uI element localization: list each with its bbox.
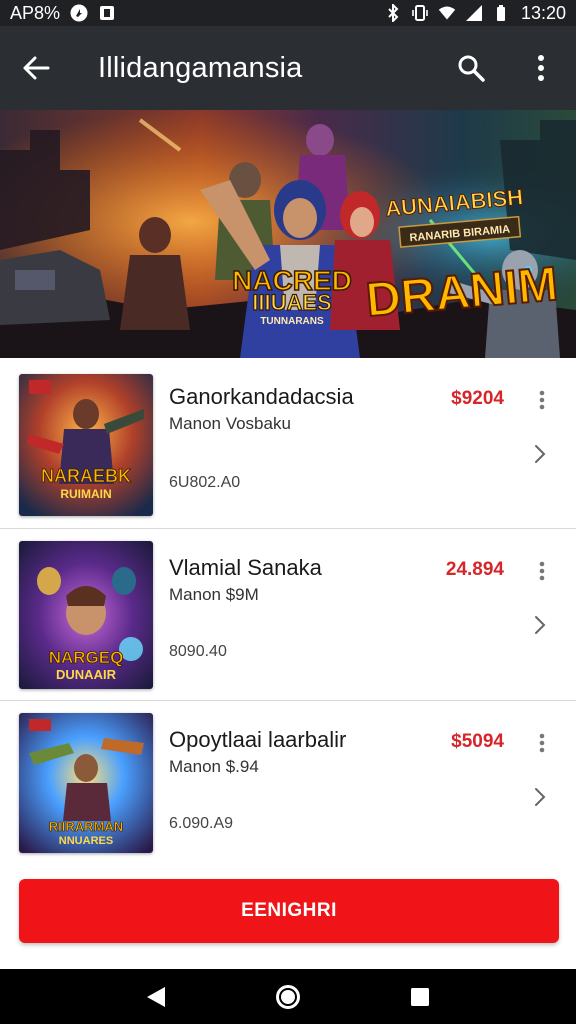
app-bar: Illidangamansia	[0, 26, 576, 110]
overflow-menu-button[interactable]	[506, 26, 576, 110]
wifi-icon	[438, 4, 456, 22]
status-bar: AP8% 13:20	[0, 0, 576, 26]
item-price: $9204	[451, 388, 504, 409]
item-subtitle: Manon $.94	[169, 757, 259, 776]
search-icon	[458, 55, 485, 82]
back-button[interactable]	[0, 26, 72, 110]
search-button[interactable]	[436, 26, 506, 110]
banner-logo-line2: IIIUAES	[252, 290, 331, 315]
square-recents-icon	[411, 987, 429, 1006]
system-nav-bar	[0, 969, 576, 1024]
item-thumbnail: NARGEQ DUNAAIR	[19, 541, 153, 689]
bluetooth-icon	[384, 4, 402, 22]
chevron-right-icon	[535, 445, 546, 463]
circle-home-icon	[276, 984, 300, 1009]
nav-home-button[interactable]	[263, 972, 313, 1022]
vibrate-icon	[411, 4, 429, 22]
item-price: 24.894	[445, 559, 504, 580]
thumb-title-line1: NARGEQ	[49, 648, 124, 667]
more-vertical-icon	[539, 561, 545, 581]
thumb-title-line2: RUIMAIN	[60, 487, 111, 501]
more-vertical-icon	[539, 390, 545, 410]
item-subtitle: Manon $9M	[169, 585, 259, 604]
thumb-title-line2: NNUARES	[59, 835, 113, 847]
item-list: NARAEBK RUIMAIN Ganorkandadacsia Manon V…	[0, 358, 576, 873]
item-open-button[interactable]	[532, 785, 548, 809]
more-vertical-icon	[538, 55, 544, 81]
item-subtitle: Manon Vosbaku	[169, 414, 291, 433]
banner-logo-line3: TUNNARANS	[260, 316, 324, 327]
hero-banner[interactable]: DRANIM AUNAIABISH RANARIB BIRAMIA NACRED…	[0, 110, 576, 358]
item-title: Opoytlaai laarbalir	[169, 727, 347, 752]
list-item[interactable]: NARAEBK RUIMAIN Ganorkandadacsia Manon V…	[0, 358, 576, 529]
chevron-right-icon	[535, 788, 546, 806]
more-vertical-icon	[539, 733, 545, 753]
item-more-button[interactable]	[532, 729, 552, 757]
item-open-button[interactable]	[532, 613, 548, 637]
list-item[interactable]: RIIRARMAN NNUARES Opoytlaai laarbalir Ma…	[0, 701, 576, 873]
banner-artwork: DRANIM AUNAIABISH RANARIB BIRAMIA NACRED…	[0, 110, 576, 358]
nav-back-button[interactable]	[131, 972, 181, 1022]
item-meta: 6.090.A9	[169, 815, 234, 832]
item-thumbnail: NARAEBK RUIMAIN	[19, 374, 153, 516]
item-more-button[interactable]	[532, 557, 552, 585]
item-title: Vlamial Sanaka	[169, 555, 322, 580]
thumb-title-line1: NARAEBK	[41, 466, 131, 486]
page-title: Illidangamansia	[98, 51, 303, 84]
status-left-text: AP8%	[10, 2, 61, 23]
item-meta: 6U802.A0	[169, 474, 241, 491]
status-time: 13:20	[520, 2, 566, 23]
item-meta: 8090.40	[169, 643, 227, 660]
battery-icon	[492, 4, 510, 22]
primary-action-button[interactable]: EENIGHRI	[19, 879, 559, 943]
item-open-button[interactable]	[532, 442, 548, 466]
item-thumbnail: RIIRARMAN NNUARES	[19, 713, 153, 853]
item-price: $5094	[451, 731, 504, 752]
item-title: Ganorkandadacsia	[169, 384, 354, 409]
chevron-right-icon	[535, 616, 546, 634]
nav-recents-button[interactable]	[395, 972, 445, 1022]
item-more-button[interactable]	[532, 386, 552, 414]
app-notification-icon	[70, 4, 88, 22]
thumb-title-line2: DUNAAIR	[56, 667, 117, 682]
signal-icon	[465, 4, 483, 22]
list-item[interactable]: NARGEQ DUNAAIR Vlamial Sanaka Manon $9M …	[0, 529, 576, 701]
triangle-back-icon	[147, 986, 165, 1007]
notification-square-icon	[98, 4, 116, 22]
thumb-title-line1: RIIRARMAN	[49, 819, 123, 834]
arrow-left-icon	[23, 56, 50, 80]
